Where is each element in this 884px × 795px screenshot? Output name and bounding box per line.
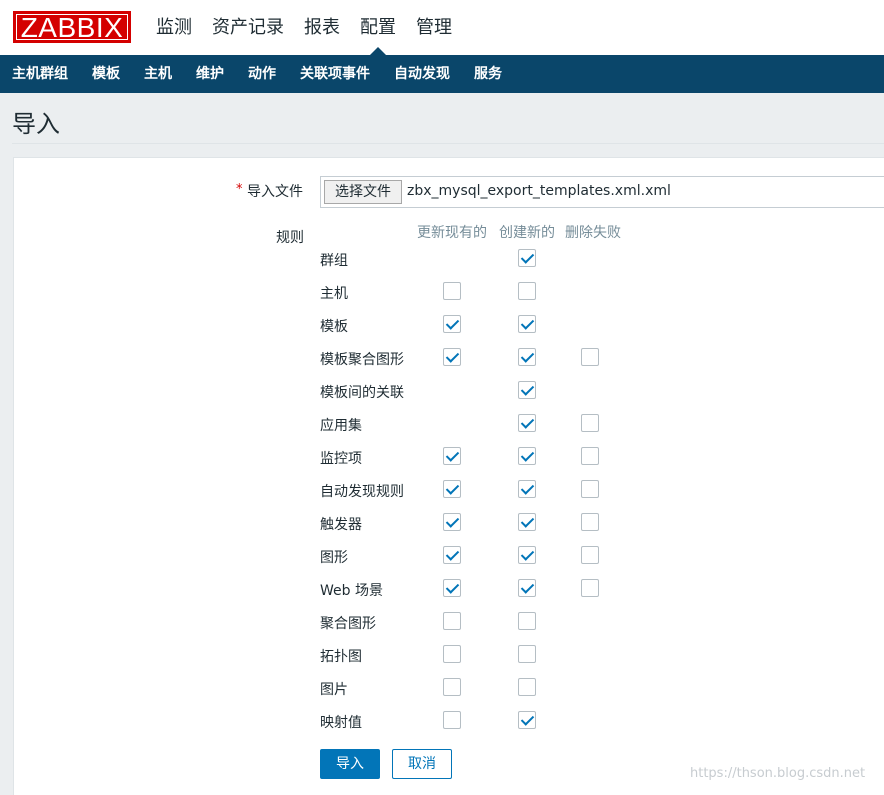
sub-nav-item[interactable]: 服务: [462, 55, 514, 93]
sub-nav: 主机群组 模板 主机 维护 动作 关联项事件 自动发现 服务: [0, 55, 884, 93]
rule-label: 监控项: [320, 451, 362, 467]
rule-label: 触发器: [320, 517, 362, 533]
sub-nav-item[interactable]: 模板: [80, 55, 132, 93]
rule-label: 图形: [320, 550, 348, 566]
rule-checkbox-create[interactable]: [518, 546, 536, 564]
rule-checkbox-create[interactable]: [518, 381, 536, 399]
rule-checkbox-update[interactable]: [443, 447, 461, 465]
main-nav-item[interactable]: 报表: [304, 0, 340, 55]
sub-nav-item[interactable]: 主机群组: [0, 55, 80, 93]
sub-nav-item[interactable]: 动作: [236, 55, 288, 93]
rule-checkbox-update[interactable]: [443, 579, 461, 597]
title-divider: [12, 143, 884, 144]
rule-label: Web 场景: [320, 583, 383, 599]
rule-checkbox-update[interactable]: [443, 711, 461, 729]
main-nav-item[interactable]: 管理: [416, 0, 452, 55]
sub-nav-item[interactable]: 维护: [184, 55, 236, 93]
import-form-panel: [13, 157, 884, 795]
rule-checkbox-create[interactable]: [518, 711, 536, 729]
col-header-delete-missing: 删除失败: [565, 225, 621, 241]
rule-checkbox-create[interactable]: [518, 678, 536, 696]
rule-checkbox-update[interactable]: [443, 678, 461, 696]
rule-checkbox-update[interactable]: [443, 480, 461, 498]
col-header-create-new: 创建新的: [499, 225, 555, 241]
rule-checkbox-create[interactable]: [518, 315, 536, 333]
rule-label: 映射值: [320, 715, 362, 731]
sub-nav-item[interactable]: 自动发现: [382, 55, 462, 93]
rule-checkbox-delete[interactable]: [581, 447, 599, 465]
watermark: https://thson.blog.csdn.net: [690, 766, 866, 781]
main-nav-item[interactable]: 配置: [360, 0, 396, 55]
rule-label: 主机: [320, 286, 348, 302]
rule-checkbox-delete[interactable]: [581, 546, 599, 564]
rules-label: 规则: [276, 230, 304, 246]
rule-checkbox-update[interactable]: [443, 546, 461, 564]
main-nav-item[interactable]: 资产记录: [212, 0, 284, 55]
cancel-button[interactable]: 取消: [392, 749, 452, 779]
rule-checkbox-create[interactable]: [518, 447, 536, 465]
col-header-update-existing: 更新现有的: [417, 225, 487, 241]
rule-label: 模板: [320, 319, 348, 335]
rule-checkbox-update[interactable]: [443, 315, 461, 333]
rule-checkbox-create[interactable]: [518, 513, 536, 531]
rule-checkbox-update[interactable]: [443, 612, 461, 630]
rule-label: 应用集: [320, 418, 362, 434]
rule-checkbox-update[interactable]: [443, 645, 461, 663]
selected-file-name: zbx_mysql_export_templates.xml.xml: [407, 183, 671, 199]
top-header: ZABBIX 监测 资产记录 报表 配置 管理: [0, 0, 884, 55]
zabbix-logo[interactable]: ZABBIX: [13, 11, 131, 43]
main-nav-item[interactable]: 监测: [156, 0, 192, 55]
rule-checkbox-create[interactable]: [518, 414, 536, 432]
rule-label: 自动发现规则: [320, 484, 404, 500]
choose-file-button[interactable]: 选择文件: [324, 180, 402, 204]
import-button[interactable]: 导入: [320, 749, 380, 779]
rule-checkbox-create[interactable]: [518, 249, 536, 267]
import-file-label: 导入文件: [247, 184, 303, 200]
rule-checkbox-delete[interactable]: [581, 513, 599, 531]
rule-checkbox-create[interactable]: [518, 348, 536, 366]
rule-checkbox-create[interactable]: [518, 282, 536, 300]
rule-label: 图片: [320, 682, 348, 698]
rule-checkbox-update[interactable]: [443, 282, 461, 300]
rule-checkbox-create[interactable]: [518, 645, 536, 663]
required-asterisk: *: [236, 182, 243, 197]
rule-checkbox-create[interactable]: [518, 480, 536, 498]
rule-checkbox-delete[interactable]: [581, 579, 599, 597]
rule-label: 聚合图形: [320, 616, 376, 632]
rule-checkbox-delete[interactable]: [581, 348, 599, 366]
rule-checkbox-delete[interactable]: [581, 414, 599, 432]
rule-label: 拓扑图: [320, 649, 362, 665]
sub-nav-item[interactable]: 关联项事件: [288, 55, 382, 93]
rule-checkbox-create[interactable]: [518, 612, 536, 630]
rule-label: 模板间的关联: [320, 385, 404, 401]
page-title: 导入: [12, 110, 60, 138]
rule-checkbox-update[interactable]: [443, 348, 461, 366]
main-nav: 监测 资产记录 报表 配置 管理: [156, 0, 472, 55]
rule-checkbox-delete[interactable]: [581, 480, 599, 498]
rule-checkbox-update[interactable]: [443, 513, 461, 531]
file-input[interactable]: 选择文件 zbx_mysql_export_templates.xml.xml: [320, 176, 884, 208]
rule-label: 模板聚合图形: [320, 352, 404, 368]
logo-text: ZABBIX: [20, 12, 124, 43]
rule-checkbox-create[interactable]: [518, 579, 536, 597]
sub-nav-item[interactable]: 主机: [132, 55, 184, 93]
rule-label: 群组: [320, 253, 348, 269]
